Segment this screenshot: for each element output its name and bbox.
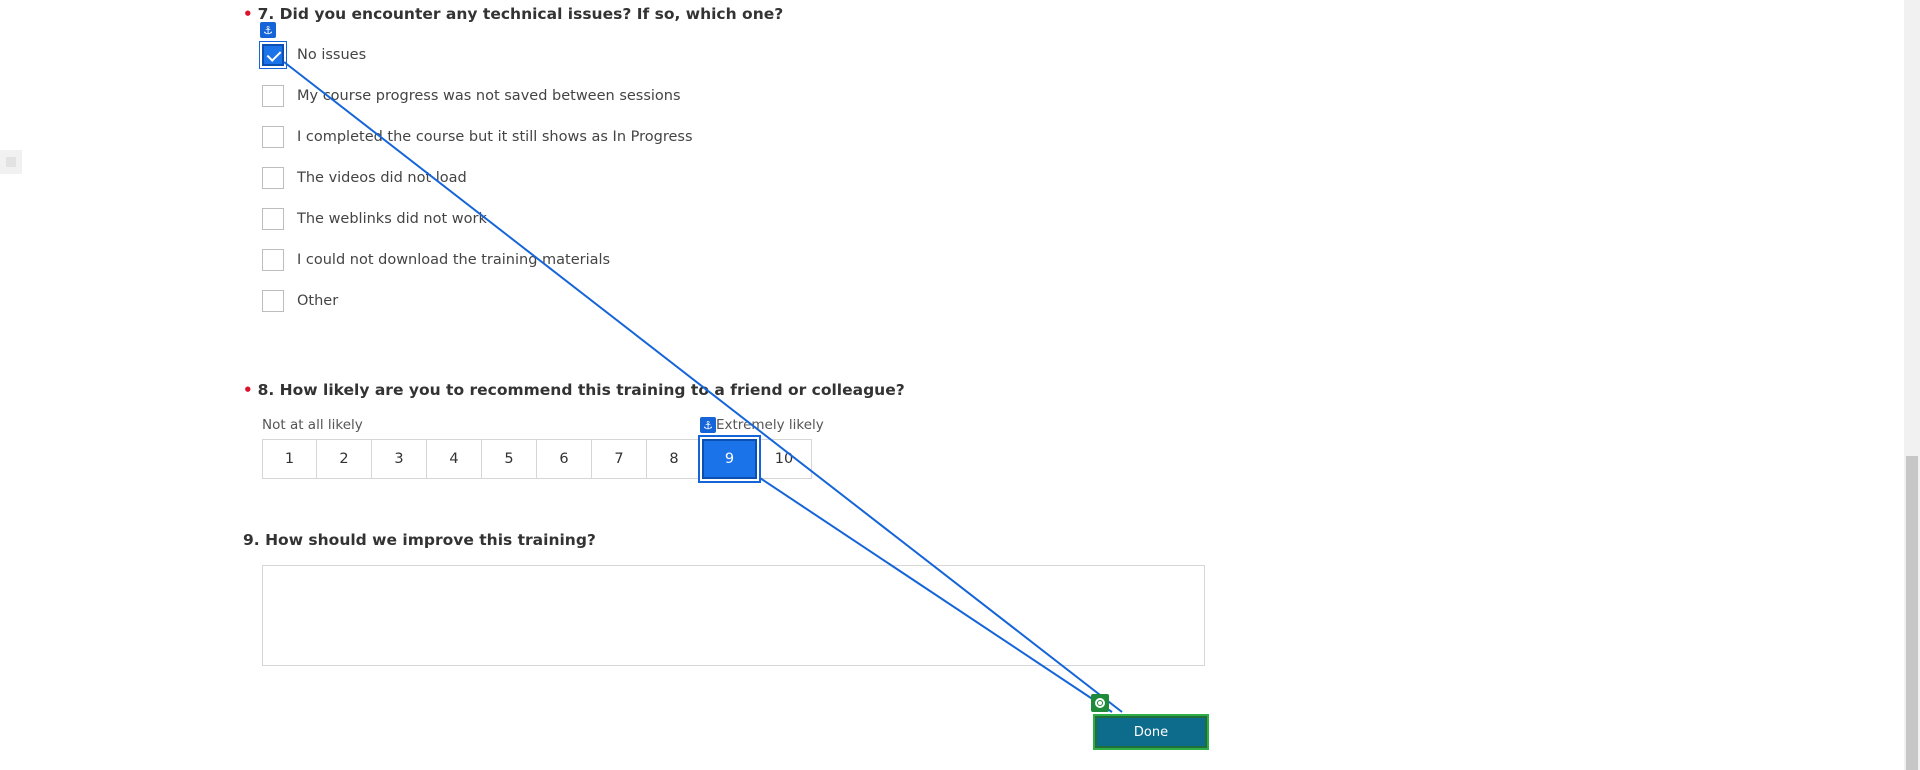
scale-option-9-selected[interactable]: 9 <box>702 439 757 479</box>
option-label: The weblinks did not work <box>297 211 487 227</box>
scale-high-label: Extremely likely <box>716 417 824 433</box>
scale-low-label: Not at all likely <box>262 417 363 433</box>
required-marker: • <box>243 5 253 23</box>
scale-option-1[interactable]: 1 <box>262 439 317 479</box>
question-7-text: 7. Did you encounter any technical issue… <box>257 5 784 23</box>
question-9-title: 9. How should we improve this training? <box>243 531 596 549</box>
target-icon <box>1091 694 1109 712</box>
question-7-title: • 7. Did you encounter any technical issu… <box>243 5 783 23</box>
checkbox[interactable] <box>262 126 284 148</box>
scrollbar-thumb[interactable] <box>1906 456 1918 770</box>
option-label: No issues <box>297 47 367 63</box>
question-9-text: 9. How should we improve this training? <box>243 531 596 549</box>
scale-option-2[interactable]: 2 <box>317 439 372 479</box>
option-label: I completed the course but it still show… <box>297 129 693 145</box>
scale-option-5[interactable]: 5 <box>482 439 537 479</box>
checkbox[interactable] <box>262 290 284 312</box>
question-8-title: • 8. How likely are you to recommend this… <box>243 381 905 399</box>
scale-option-6[interactable]: 6 <box>537 439 592 479</box>
checkbox[interactable] <box>262 85 284 107</box>
q7-option-no-issues[interactable]: No issues <box>260 42 367 68</box>
done-button[interactable]: Done <box>1095 716 1207 748</box>
required-marker: • <box>243 381 253 399</box>
question-8-text: 8. How likely are you to recommend this … <box>257 381 905 399</box>
q7-option-videos-not-load[interactable]: The videos did not load <box>262 166 467 190</box>
checkbox[interactable] <box>262 249 284 271</box>
checkbox-checked[interactable] <box>260 42 286 68</box>
q7-option-download[interactable]: I could not download the training materi… <box>262 248 610 272</box>
scale-option-10[interactable]: 10 <box>757 439 812 479</box>
q7-option-weblinks[interactable]: The weblinks did not work <box>262 207 487 231</box>
side-feedback-tab[interactable] <box>0 150 22 174</box>
anchor-icon: ⚓ <box>260 22 276 38</box>
q7-option-other[interactable]: Other <box>262 289 338 313</box>
scale-option-3[interactable]: 3 <box>372 439 427 479</box>
recommend-scale: 1 2 3 4 5 6 7 8 9 10 <box>262 439 812 479</box>
checkbox[interactable] <box>262 167 284 189</box>
q7-option-still-in-progress[interactable]: I completed the course but it still show… <box>262 125 693 149</box>
option-label: The videos did not load <box>297 170 467 186</box>
scale-option-4[interactable]: 4 <box>427 439 482 479</box>
scale-option-7[interactable]: 7 <box>592 439 647 479</box>
option-label: I could not download the training materi… <box>297 252 611 268</box>
improve-training-textarea[interactable] <box>262 565 1205 666</box>
option-label: Other <box>297 293 339 309</box>
anchor-icon: ⚓ <box>700 417 716 433</box>
q7-option-progress-not-saved[interactable]: My course progress was not saved between… <box>262 84 681 108</box>
checkbox[interactable] <box>262 208 284 230</box>
option-label: My course progress was not saved between… <box>297 88 681 104</box>
scale-option-8[interactable]: 8 <box>647 439 702 479</box>
